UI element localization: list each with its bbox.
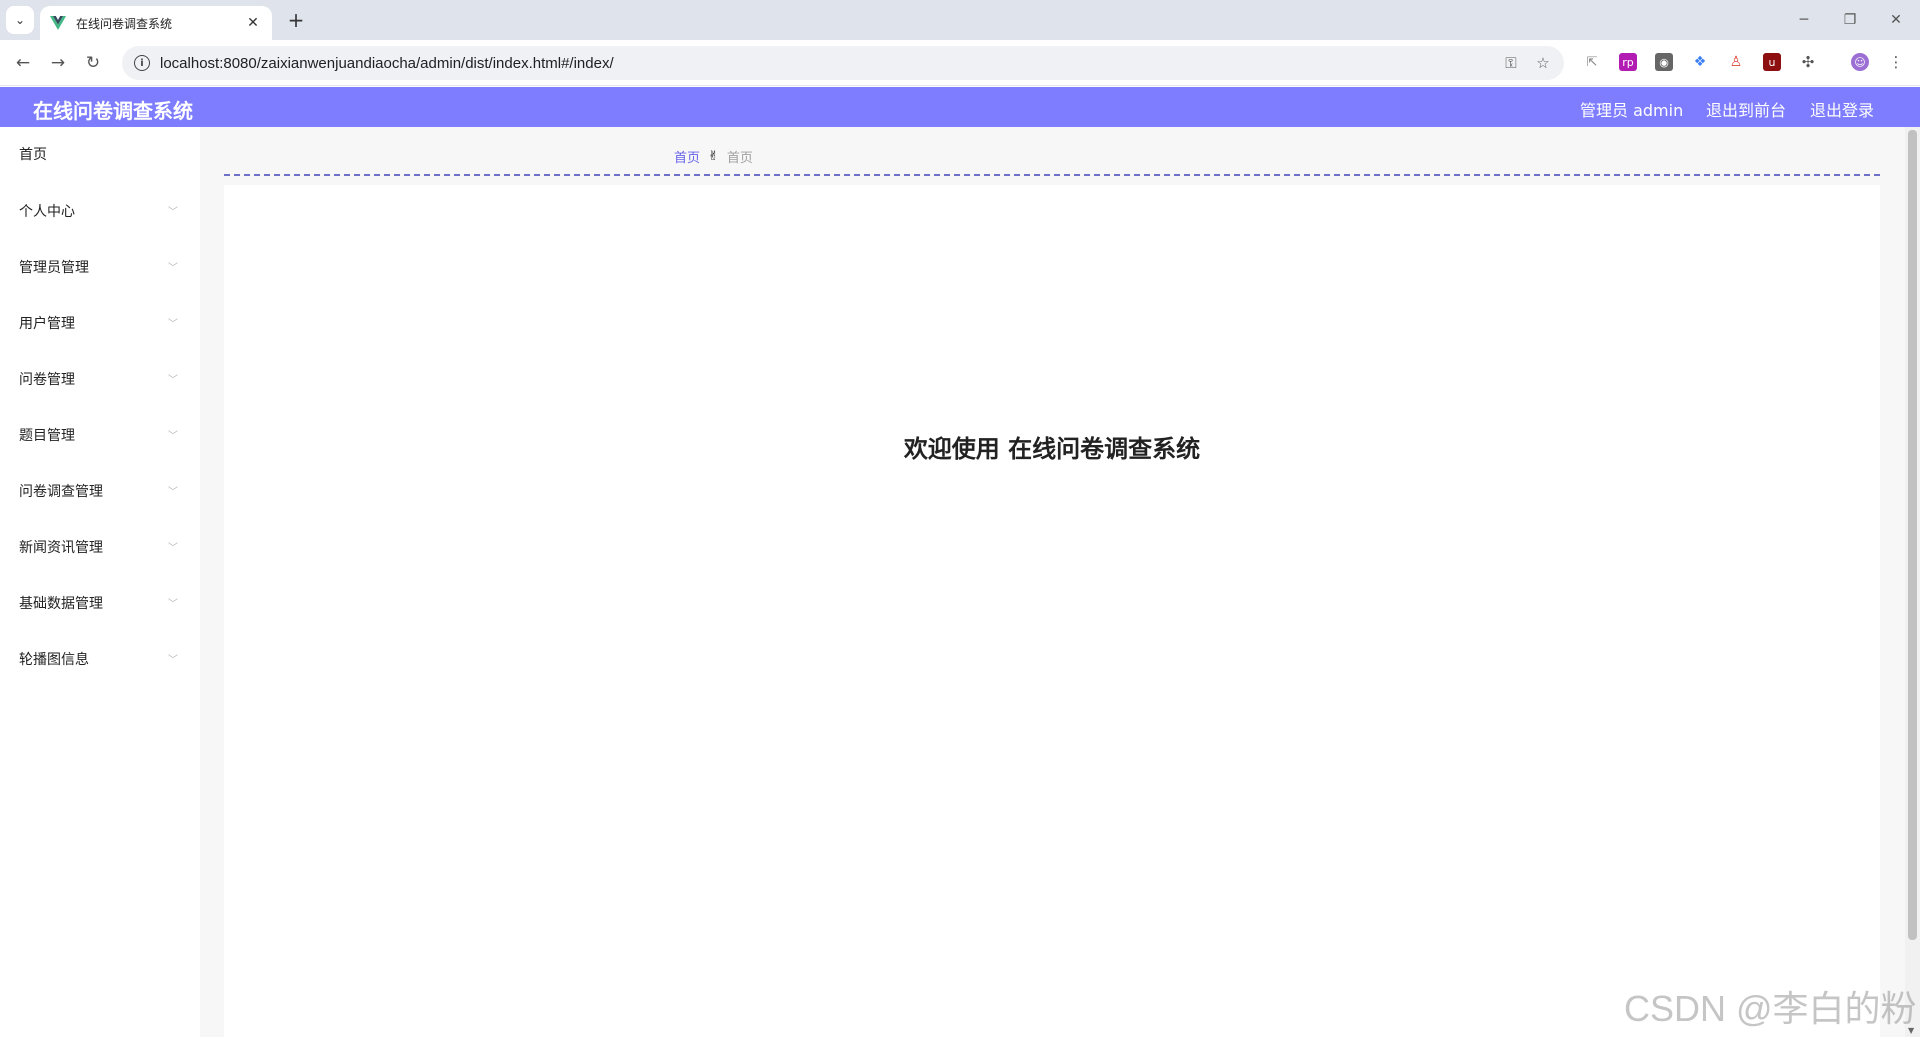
- sidebar-item-label: 个人中心: [19, 204, 75, 220]
- address-url[interactable]: localhost:8080/zaixianwenjuandiaocha/adm…: [160, 55, 614, 72]
- reload-icon[interactable]: ↻: [78, 48, 108, 78]
- sidebar-item-label: 首页: [19, 147, 47, 163]
- layers-extension-icon[interactable]: ❖: [1691, 53, 1709, 71]
- puzzle-extensions-icon[interactable]: ✣: [1799, 53, 1817, 71]
- network-extension-icon[interactable]: ♙: [1727, 53, 1745, 71]
- sidebar-item-personal-center[interactable]: 个人中心 ﹀: [0, 191, 200, 231]
- sidebar-item-carousel-info[interactable]: 轮播图信息 ﹀: [0, 639, 200, 679]
- profile-avatar-icon[interactable]: ☺: [1851, 53, 1869, 71]
- scrollbar-thumb[interactable]: [1908, 130, 1917, 940]
- chevron-down-icon: ﹀: [168, 263, 178, 274]
- welcome-card: 欢迎使用 在线问卷调查系统: [224, 185, 1880, 1037]
- sidebar-item-label: 基础数据管理: [19, 596, 103, 612]
- sidebar-item-admin-management[interactable]: 管理员管理 ﹀: [0, 247, 200, 287]
- site-info-icon[interactable]: i: [134, 55, 150, 71]
- breadcrumb-divider: [224, 174, 1880, 176]
- chevron-down-icon: ﹀: [168, 599, 178, 610]
- sidebar: 首页 个人中心 ﹀ 管理员管理 ﹀ 用户管理 ﹀ 问卷管理 ﹀ 题目管理 ﹀ 问…: [0, 127, 200, 1037]
- key-icon[interactable]: ⚿: [1502, 54, 1520, 72]
- minimize-icon[interactable]: ─: [1786, 8, 1822, 32]
- sidebar-item-home[interactable]: 首页: [0, 134, 200, 174]
- sidebar-item-label: 用户管理: [19, 316, 75, 332]
- sidebar-item-news-management[interactable]: 新闻资讯管理 ﹀: [0, 527, 200, 567]
- more-menu-icon[interactable]: ⋮: [1887, 53, 1905, 71]
- main-content: 首页 ✌ 首页 欢迎使用 在线问卷调查系统: [200, 127, 1905, 1037]
- chevron-down-icon: ﹀: [168, 655, 178, 666]
- vue-favicon-icon: [50, 15, 66, 31]
- csdn-watermark: CSDN @李白的粉: [1624, 988, 1917, 1029]
- chevron-down-icon: ﹀: [168, 543, 178, 554]
- back-arrow-icon[interactable]: ←: [8, 48, 38, 78]
- page-scrollbar[interactable]: ▼: [1905, 127, 1920, 1037]
- sidebar-item-label: 题目管理: [19, 428, 75, 444]
- logout-link[interactable]: 退出登录: [1810, 97, 1874, 121]
- shield-extension-icon[interactable]: u: [1763, 53, 1781, 71]
- chevron-down-icon: ﹀: [168, 207, 178, 218]
- browser-tab[interactable]: 在线问卷调查系统 ✕: [40, 6, 272, 40]
- restore-icon[interactable]: ❐: [1832, 8, 1868, 32]
- bookmark-star-icon[interactable]: ☆: [1534, 54, 1552, 72]
- to-front-link[interactable]: 退出到前台: [1706, 97, 1786, 121]
- chevron-down-icon: ﹀: [168, 375, 178, 386]
- sidebar-item-label: 轮播图信息: [19, 652, 89, 668]
- tab-close-icon[interactable]: ✕: [244, 15, 262, 31]
- sidebar-item-label: 管理员管理: [19, 260, 89, 276]
- sidebar-item-basic-data-management[interactable]: 基础数据管理 ﹀: [0, 583, 200, 623]
- welcome-heading: 欢迎使用 在线问卷调查系统: [903, 435, 1201, 463]
- sidebar-item-survey-management[interactable]: 问卷调查管理 ﹀: [0, 471, 200, 511]
- tab-search-button[interactable]: ⌄: [6, 6, 34, 34]
- chevron-down-icon: ﹀: [168, 431, 178, 442]
- chevron-down-icon: ﹀: [168, 319, 178, 330]
- rp-extension-icon[interactable]: rp: [1619, 53, 1637, 71]
- admin-user-label: 管理员 admin: [1580, 101, 1684, 120]
- close-window-icon[interactable]: ✕: [1878, 8, 1914, 32]
- cursor-extension-icon[interactable]: ⇱: [1583, 53, 1601, 71]
- browser-tab-strip: ⌄ 在线问卷调查系统 ✕ + ─ ❐ ✕: [0, 0, 1920, 40]
- victory-hand-icon: ✌: [708, 149, 719, 164]
- sidebar-item-questionnaire-management[interactable]: 问卷管理 ﹀: [0, 359, 200, 399]
- chevron-down-icon: ﹀: [168, 487, 178, 498]
- new-tab-button[interactable]: +: [282, 6, 310, 34]
- sidebar-item-label: 问卷调查管理: [19, 484, 103, 500]
- sidebar-item-label: 问卷管理: [19, 372, 75, 388]
- sidebar-item-user-management[interactable]: 用户管理 ﹀: [0, 303, 200, 343]
- forward-arrow-icon[interactable]: →: [43, 48, 73, 78]
- tab-title: 在线问卷调查系统: [76, 16, 173, 31]
- app-header: 在线问卷调查系统 管理员 admin 退出到前台 退出登录: [0, 87, 1920, 127]
- address-bar[interactable]: i localhost:8080/zaixianwenjuandiaocha/a…: [122, 46, 1564, 80]
- app-title: 在线问卷调查系统: [33, 99, 193, 123]
- sidebar-item-question-management[interactable]: 题目管理 ﹀: [0, 415, 200, 455]
- breadcrumb-current: 首页: [726, 151, 753, 166]
- incognito-extension-icon[interactable]: ◉: [1655, 53, 1673, 71]
- breadcrumb-home-link[interactable]: 首页: [674, 147, 700, 166]
- breadcrumb: 首页 ✌ 首页: [674, 147, 753, 166]
- sidebar-item-label: 新闻资讯管理: [19, 540, 103, 556]
- chevron-down-icon: ⌄: [14, 13, 26, 27]
